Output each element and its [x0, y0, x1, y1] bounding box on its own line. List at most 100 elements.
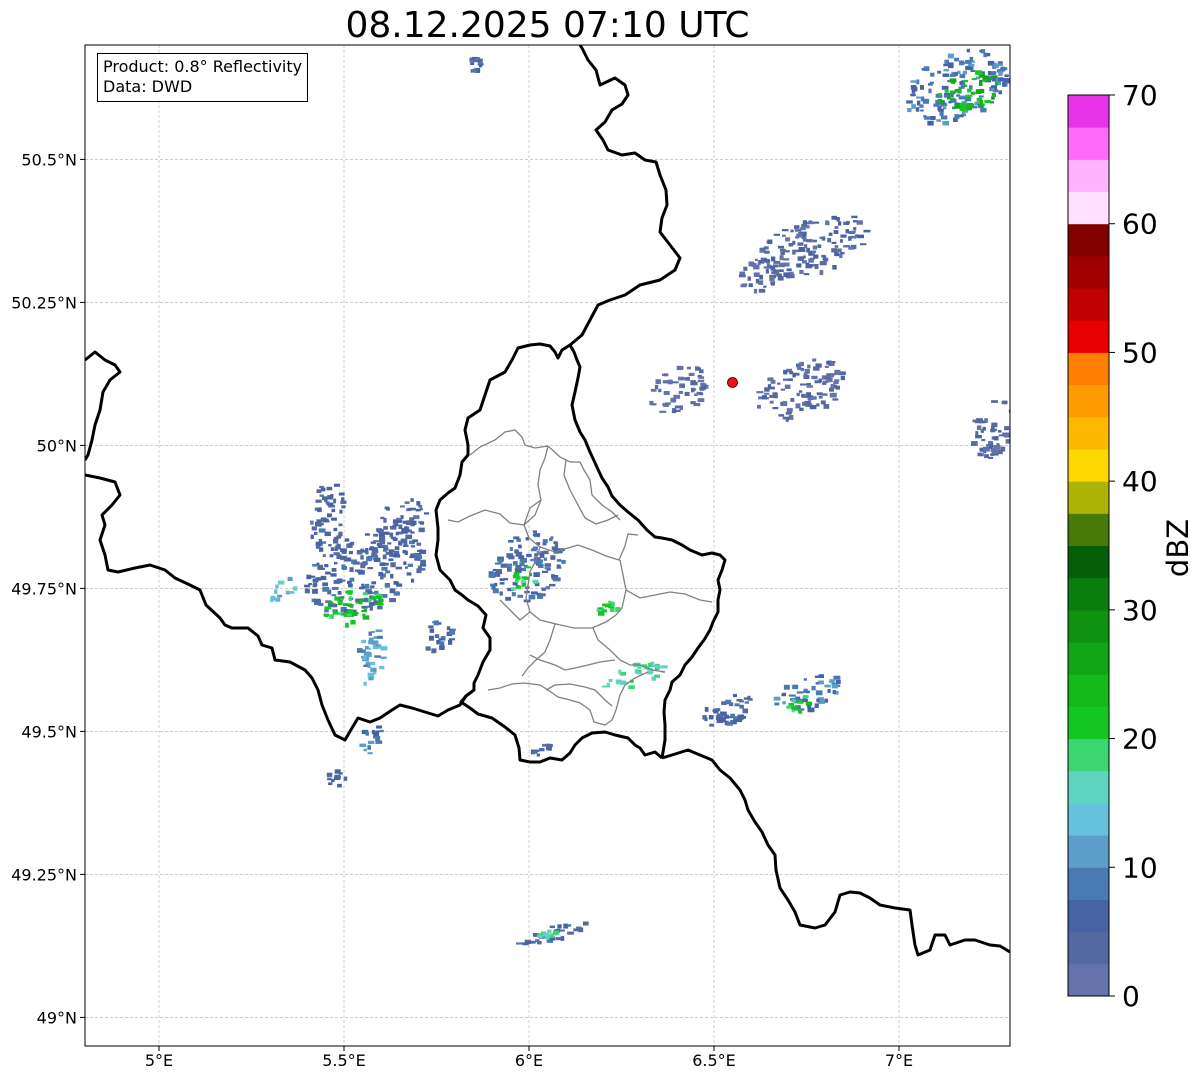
- colorbar-swatch: [1068, 931, 1109, 965]
- echo-pixel: [517, 594, 524, 598]
- echo-pixel: [962, 111, 966, 116]
- echo-pixel: [971, 441, 978, 446]
- echo-pixel: [812, 245, 818, 250]
- echo-pixel: [818, 674, 824, 679]
- echo-pixel: [676, 365, 683, 371]
- colorbar-swatch: [1068, 609, 1109, 643]
- echo-pixel: [777, 245, 784, 249]
- echo-pixel: [648, 662, 653, 668]
- echo-pixel: [786, 268, 792, 272]
- echo-pixel: [492, 588, 499, 594]
- echo-pixel: [367, 745, 372, 750]
- echo-pixel: [410, 531, 415, 534]
- echo-pixel: [327, 513, 332, 518]
- echo-pixel: [906, 100, 913, 104]
- echo-pixel: [514, 549, 519, 554]
- echo-pixel: [959, 96, 966, 100]
- echo-pixel: [990, 71, 997, 76]
- echo-pixel: [357, 648, 363, 653]
- echo-pixel: [717, 713, 722, 718]
- echo-pixel: [556, 559, 562, 562]
- echo-pixel: [344, 538, 350, 542]
- echo-pixel: [812, 239, 818, 243]
- echo-pixel: [804, 400, 811, 406]
- echo-pixel: [1014, 422, 1018, 427]
- echo-pixel: [840, 252, 845, 255]
- echo-pixel: [402, 544, 409, 547]
- echo-pixel: [780, 388, 785, 391]
- echo-pixel: [980, 107, 987, 113]
- echo-pixel: [796, 700, 801, 703]
- colorbar-swatch: [1068, 448, 1109, 482]
- echo-pixel: [679, 405, 683, 411]
- echo-pixel: [833, 230, 839, 234]
- echo-pixel: [928, 88, 932, 94]
- echo-pixel: [325, 571, 331, 575]
- echo-pixel: [839, 254, 843, 259]
- echo-pixel: [304, 588, 310, 594]
- echo-pixel: [334, 596, 341, 601]
- echo-pixel: [943, 68, 949, 72]
- echo-pixel: [806, 383, 811, 386]
- echo-pixel: [824, 365, 829, 368]
- echo-pixel: [553, 930, 558, 936]
- echo-pixel: [758, 288, 766, 293]
- echo-pixel: [542, 539, 548, 544]
- echo-pixel: [691, 387, 695, 393]
- colorbar-swatch: [1068, 899, 1109, 933]
- echo-pixel: [859, 243, 867, 246]
- echo-pixel: [403, 561, 407, 566]
- echo-pixel: [990, 88, 995, 91]
- echo-pixel: [954, 114, 960, 119]
- echo-pixel: [381, 566, 388, 571]
- echo-pixel: [957, 88, 962, 94]
- echo-pixel: [763, 392, 770, 395]
- echo-pixel: [700, 382, 705, 386]
- echo-pixel: [920, 109, 924, 112]
- echo-pixel: [392, 519, 397, 524]
- echo-pixel: [367, 653, 372, 657]
- echo-pixel: [966, 48, 970, 53]
- map-background: [85, 45, 1010, 1046]
- echo-pixel: [936, 119, 942, 122]
- echo-pixel: [782, 416, 790, 420]
- echo-pixel: [548, 583, 556, 587]
- echo-pixel: [730, 713, 736, 717]
- echo-pixel: [375, 644, 381, 647]
- echo-pixel: [324, 564, 329, 567]
- echo-pixel: [697, 379, 705, 383]
- echo-pixel: [367, 591, 373, 595]
- echo-pixel: [976, 425, 982, 430]
- echo-pixel: [500, 563, 508, 568]
- echo-pixel: [347, 580, 352, 584]
- echo-pixel: [747, 695, 751, 701]
- echo-pixel: [349, 567, 354, 573]
- colorbar-swatch: [1068, 255, 1109, 289]
- echo-pixel: [773, 233, 781, 236]
- echo-pixel: [772, 392, 778, 396]
- echo-pixel: [777, 382, 781, 385]
- colorbar-tick-label: 30: [1122, 594, 1158, 627]
- echo-pixel: [830, 373, 834, 378]
- echo-pixel: [505, 596, 512, 601]
- echo-pixel: [628, 685, 635, 690]
- echo-pixel: [911, 104, 916, 109]
- echo-pixel: [490, 583, 495, 587]
- echo-pixel: [850, 230, 856, 233]
- echo-pixel: [980, 49, 986, 54]
- echo-pixel: [530, 591, 538, 595]
- echo-pixel: [494, 582, 498, 587]
- echo-pixel: [406, 572, 412, 576]
- echo-pixel: [602, 609, 608, 613]
- echo-pixel: [331, 568, 337, 572]
- echo-pixel: [770, 256, 776, 262]
- echo-pixel: [361, 639, 367, 644]
- echo-pixel: [538, 563, 544, 568]
- echo-pixel: [312, 564, 317, 567]
- echo-pixel: [384, 583, 391, 588]
- echo-pixel: [798, 708, 803, 714]
- echo-pixel: [317, 507, 322, 513]
- echo-pixel: [815, 682, 820, 685]
- echo-pixel: [910, 93, 916, 97]
- echo-pixel: [334, 561, 338, 565]
